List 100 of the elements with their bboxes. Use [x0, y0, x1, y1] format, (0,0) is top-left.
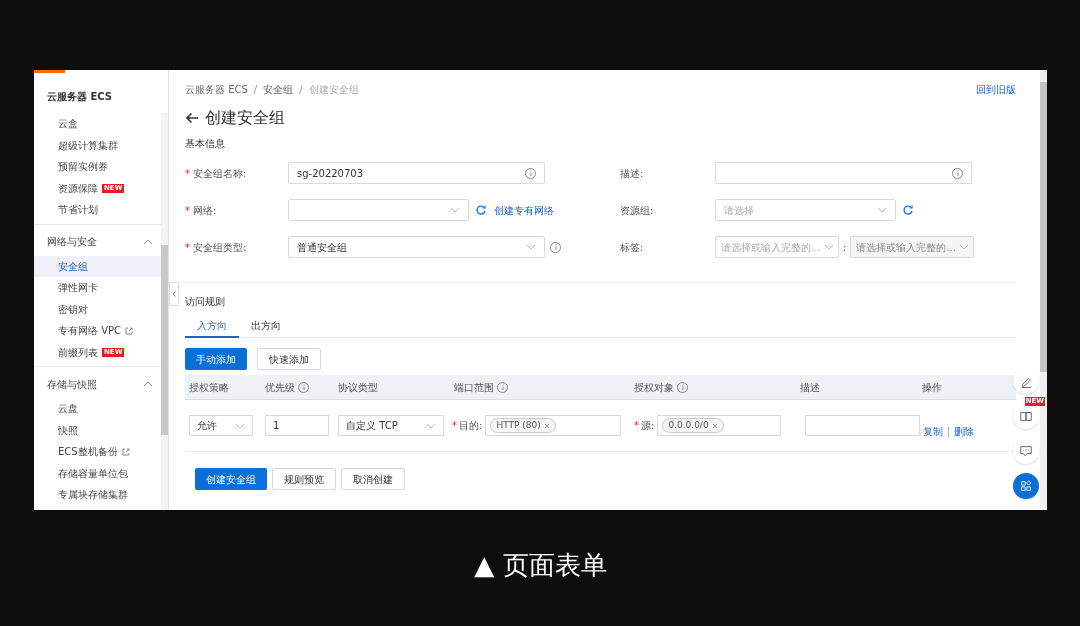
column-header: 端口范围 — [454, 380, 494, 395]
select-value: 允许 — [197, 419, 217, 433]
sidebar-item[interactable]: 节省计划 — [34, 199, 161, 221]
cancel-button[interactable]: 取消创建 — [341, 468, 405, 490]
chevron-down-icon — [877, 207, 887, 213]
sidebar-item-label: 前缀列表 — [58, 345, 98, 360]
select-field[interactable]: 普通安全组 — [288, 236, 545, 258]
sidebar-item-label: 密钥对 — [58, 302, 88, 317]
sidebar-item[interactable]: 专有网络 VPC — [34, 320, 161, 342]
floating-tool-button[interactable] — [1013, 473, 1039, 499]
breadcrumb-item: 创建安全组 — [308, 82, 359, 97]
rule-preview-button[interactable]: 规则预览 — [272, 468, 336, 490]
sidebar-group-header[interactable]: 网络与安全 — [34, 227, 161, 256]
sidebar-item-label: 预留实例券 — [58, 160, 108, 175]
sidebar-group-header[interactable]: 存储与快照 — [34, 370, 161, 398]
tag-value-select[interactable]: 请选择或输入完整的... — [850, 236, 975, 258]
required-mark: * — [185, 203, 191, 218]
sidebar-item-label: 云盘 — [58, 402, 78, 417]
required-mark: * — [634, 419, 639, 433]
chevron-down-icon — [235, 422, 245, 429]
sidebar-item[interactable]: 预留实例券 — [34, 156, 161, 178]
active-indicator — [34, 70, 65, 73]
old-version-link[interactable]: 回到旧版 — [976, 81, 1016, 97]
sidebar-item[interactable]: 安全组 — [34, 255, 161, 277]
sidebar-item-label: 安全组 — [58, 259, 88, 274]
sidebar-item-label: 专有网络 VPC — [58, 324, 122, 339]
chevron-down-icon — [526, 244, 536, 250]
sidebar-item-label: 专属块存储集群 — [58, 488, 128, 503]
chevron-down-icon — [426, 422, 436, 429]
sidebar-item[interactable]: 专属块存储集群 — [34, 484, 161, 506]
close-icon[interactable] — [711, 422, 718, 429]
breadcrumb-separator: / — [299, 82, 303, 97]
manual-add-button[interactable]: 手动添加 — [185, 348, 247, 370]
select-field[interactable] — [288, 199, 469, 221]
sidebar-item-label: 资源保障 — [58, 181, 98, 196]
floating-tool-button[interactable] — [1013, 368, 1039, 394]
refresh-icon[interactable] — [903, 205, 913, 215]
description-input[interactable] — [805, 415, 920, 436]
sidebar-item-label: 快照 — [58, 423, 78, 438]
breadcrumb-item[interactable]: 云服务器 ECS — [185, 81, 248, 97]
select-field[interactable]: 自定义 TCP — [338, 415, 444, 436]
required-mark: * — [185, 240, 191, 255]
column-header: 优先级 — [265, 380, 295, 395]
sidebar-item-label: 节省计划 — [58, 203, 98, 218]
copy-link[interactable]: 复制 — [923, 424, 943, 439]
select-placeholder: 请选择或输入完整的... — [721, 240, 821, 255]
chevron-down-icon — [450, 207, 460, 213]
floating-tool-button[interactable] — [1013, 403, 1039, 429]
back-arrow-icon[interactable] — [185, 112, 199, 124]
select-value: 自定义 TCP — [346, 419, 398, 433]
sidebar-item-label: 弹性网卡 — [58, 281, 98, 296]
tag-input-field[interactable]: HTTP (80) — [485, 415, 622, 436]
quick-add-button[interactable]: 快速添加 — [257, 348, 321, 370]
refresh-icon[interactable] — [476, 205, 486, 215]
field-value: sg-20220703 — [297, 166, 364, 181]
sidebar-item-label: ECS整机备份 — [58, 445, 118, 460]
collapse-handle[interactable] — [169, 282, 179, 306]
sidebar-item[interactable]: 云盒 — [34, 113, 161, 135]
sidebar-item[interactable]: 存储容量单位包 — [34, 462, 161, 484]
required-mark: * — [185, 166, 191, 181]
delete-link[interactable]: 删除 — [954, 424, 975, 439]
priority-input[interactable]: 1 — [265, 415, 329, 436]
sidebar-item-label: 超级计算集群 — [58, 138, 118, 153]
field-label: 描述: — [620, 166, 644, 181]
sidebar-scrollbar[interactable] — [161, 113, 168, 510]
sidebar-item[interactable]: 密钥对 — [34, 298, 161, 320]
apps-icon — [1019, 479, 1033, 493]
select-field[interactable]: 允许 — [189, 415, 253, 436]
column-header: 操作 — [922, 380, 942, 395]
column-header: 授权策略 — [189, 380, 229, 395]
field-label: 目的: — [459, 419, 483, 433]
sidebar-group-label: 网络与安全 — [47, 235, 97, 249]
sidebar-item[interactable]: 超级计算集群 — [34, 134, 161, 156]
section-heading: 访问规则 — [185, 295, 226, 308]
tab[interactable]: 出方向 — [239, 314, 293, 338]
column-header: 协议类型 — [338, 380, 378, 395]
text-field[interactable]: sg-20220703 — [288, 162, 545, 184]
tag-input-field[interactable]: 0.0.0.0/0 — [657, 415, 782, 436]
section-heading: 基本信息 — [185, 137, 226, 150]
sidebar-item[interactable]: 快照 — [34, 419, 161, 441]
text-field[interactable] — [715, 162, 972, 184]
sidebar-item[interactable]: 弹性网卡 — [34, 277, 161, 299]
field-label: 资源组: — [620, 203, 654, 218]
caption: ▲ 页面表单 — [474, 549, 607, 582]
sidebar-item[interactable]: ECS整机备份 — [34, 441, 161, 463]
chat-icon — [1019, 444, 1033, 458]
create-security-group-button[interactable]: 创建安全组 — [195, 468, 267, 490]
select-placeholder: 请选择 — [724, 203, 754, 218]
close-icon[interactable] — [543, 422, 550, 429]
sidebar-item-label: 云盒 — [58, 117, 78, 132]
sidebar-item[interactable]: 云盘 — [34, 398, 161, 420]
field-label: 标签: — [620, 240, 644, 255]
column-header: 授权对象 — [634, 380, 674, 395]
create-vpc-link[interactable]: 创建专有网络 — [494, 202, 554, 218]
sidebar-group-label: 存储与快照 — [47, 377, 97, 392]
floating-tool-button[interactable] — [1013, 438, 1039, 464]
tag-text: HTTP (80) — [496, 418, 541, 432]
breadcrumb-item[interactable]: 安全组 — [263, 81, 294, 97]
required-mark: * — [452, 419, 457, 433]
tab[interactable]: 入方向 — [185, 314, 239, 338]
